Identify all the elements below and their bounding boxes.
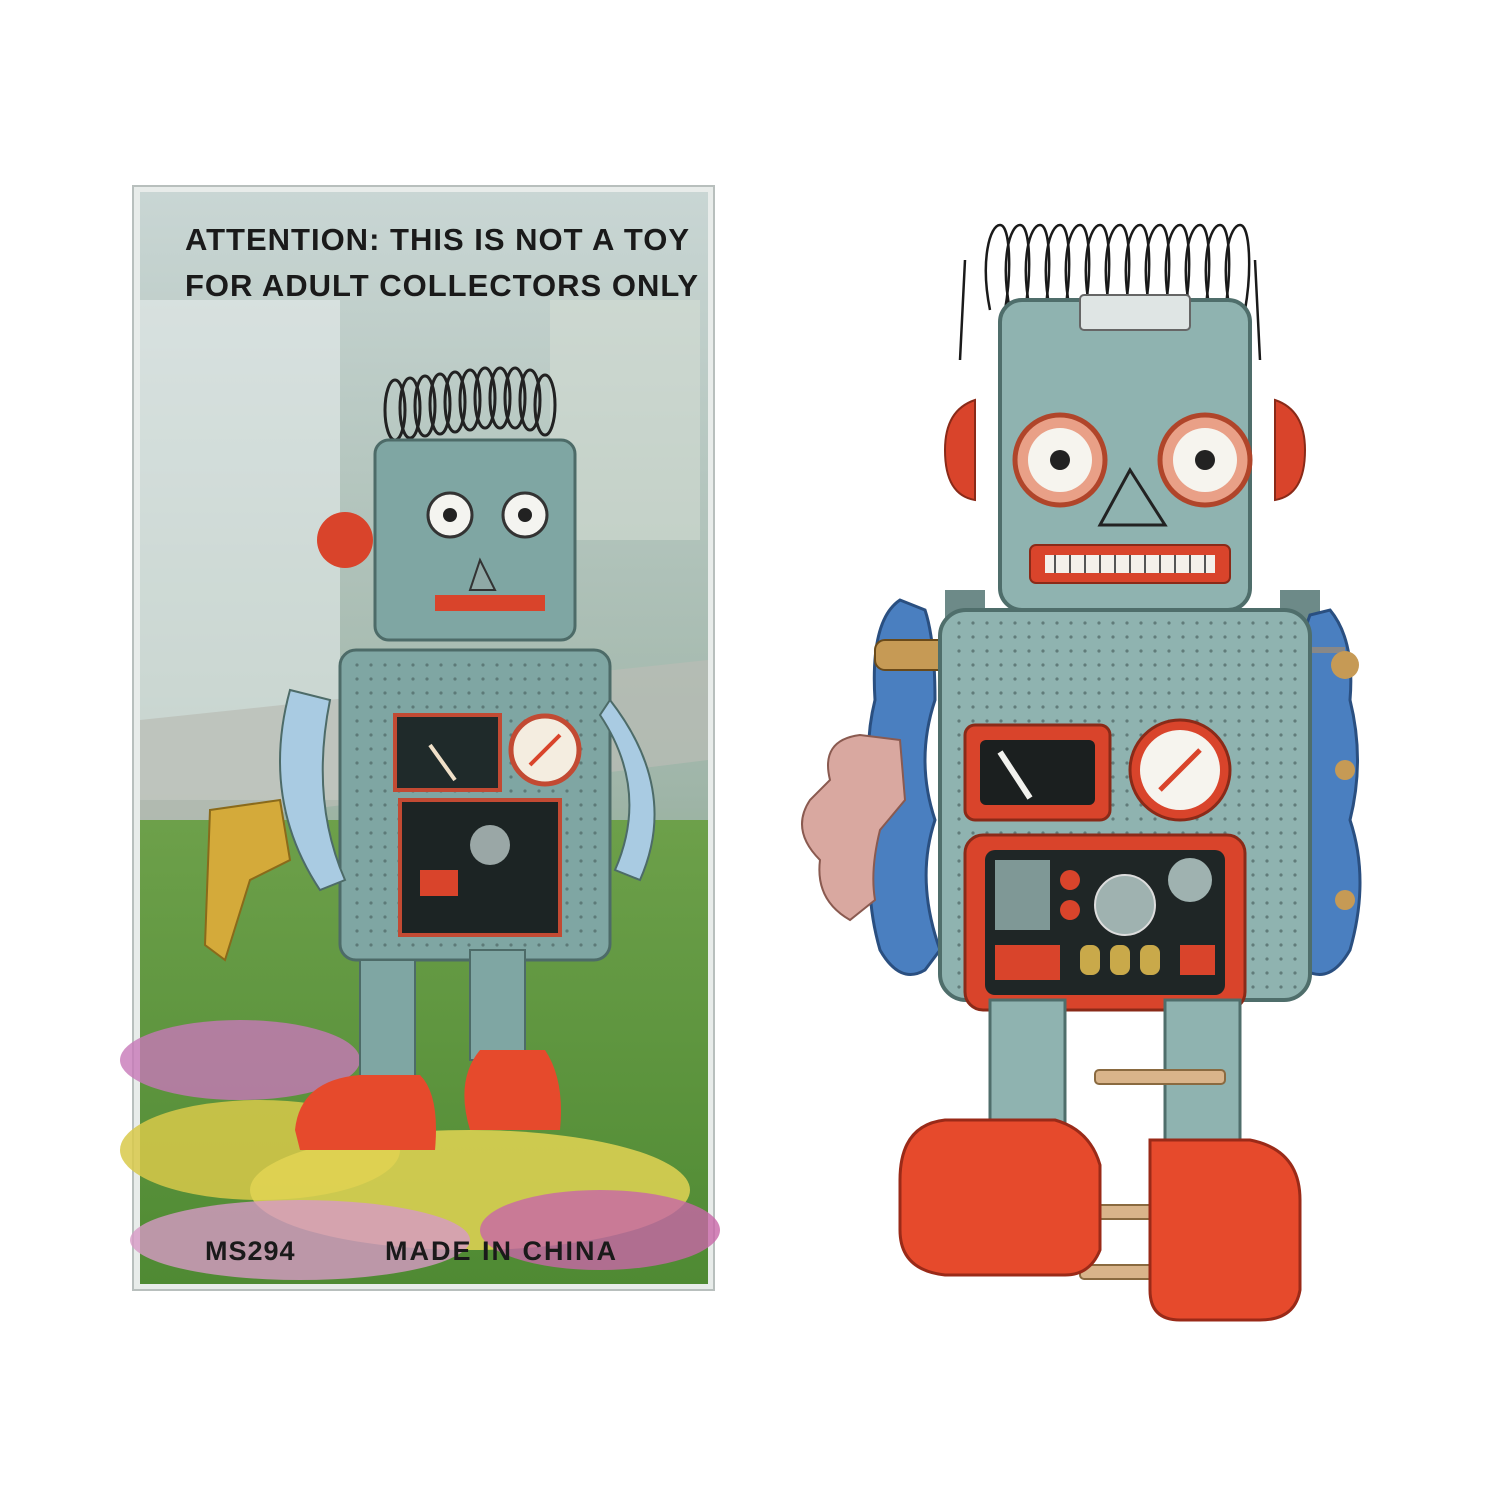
box-warning-line1: ATTENTION: THIS IS NOT A TOY [185, 222, 691, 257]
robot-left-foot [898, 1118, 1102, 1277]
robot-mouth [1029, 544, 1231, 584]
robot-right-ear [1274, 398, 1307, 502]
tin-robot [801, 223, 1362, 1322]
fuel-gauge-panel [963, 723, 1112, 822]
box-warning-line2: FOR ADULT COLLECTORS ONLY [185, 268, 700, 303]
box-origin-label: MADE IN CHINA [385, 1236, 618, 1266]
robot-right-foot [1148, 1138, 1302, 1322]
robot-right-eye [1157, 412, 1253, 508]
dial-gauge [1128, 718, 1232, 822]
head-plate [1079, 294, 1191, 331]
robot-left-eye [1012, 412, 1108, 508]
toy-box [120, 185, 720, 1291]
chest-panel [963, 833, 1247, 1012]
robot-left-ear [943, 398, 976, 502]
box-model-code: MS294 [205, 1236, 296, 1266]
